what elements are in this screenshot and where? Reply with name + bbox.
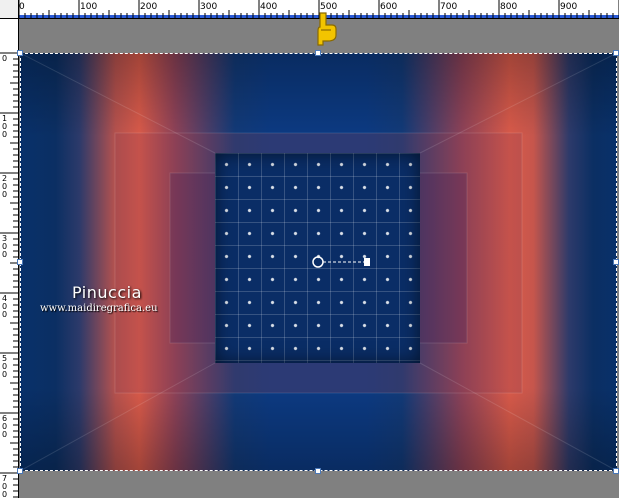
- vruler-label: 2 0 0: [2, 174, 8, 199]
- vruler-label: 1 0 0: [2, 114, 8, 139]
- watermark-title: Pinuccia: [72, 283, 142, 302]
- handle-bottom-right[interactable]: [613, 468, 619, 474]
- pivot-point-icon[interactable]: [298, 255, 378, 269]
- ruler-label-600: 600: [380, 2, 398, 12]
- vruler-label: 5 0 0: [2, 354, 8, 379]
- vruler-label: 0: [2, 54, 8, 63]
- ruler-label-100: 100: [80, 2, 98, 12]
- vruler-label: 3 0 0: [2, 234, 8, 259]
- ruler-label-900: 900: [560, 2, 578, 12]
- handle-middle-left[interactable]: [17, 259, 23, 265]
- handle-top-middle[interactable]: [315, 50, 321, 56]
- handle-bottom-middle[interactable]: [315, 468, 321, 474]
- ruler-label-400: 400: [260, 2, 278, 12]
- handle-middle-right[interactable]: [613, 259, 619, 265]
- handle-top-left[interactable]: [17, 50, 23, 56]
- ruler-label-200: 200: [140, 2, 158, 12]
- ruler-corner: [0, 0, 19, 19]
- watermark-url: www.maidiregrafica.eu: [40, 303, 158, 314]
- horizontal-ruler[interactable]: 0 100 200 300 400 500 600 700 800 900: [0, 0, 619, 19]
- vruler-label: 4 0 0: [2, 294, 8, 319]
- ruler-label-0: 0: [19, 2, 25, 12]
- pointing-hand-icon: [317, 12, 337, 46]
- vruler-label: 6 0 0: [2, 414, 8, 439]
- ruler-label-300: 300: [200, 2, 218, 12]
- ruler-label-700: 700: [440, 2, 458, 12]
- ruler-label-800: 800: [500, 2, 518, 12]
- handle-bottom-left[interactable]: [17, 468, 23, 474]
- vruler-label: 7 0 0: [2, 474, 8, 498]
- handle-top-right[interactable]: [613, 50, 619, 56]
